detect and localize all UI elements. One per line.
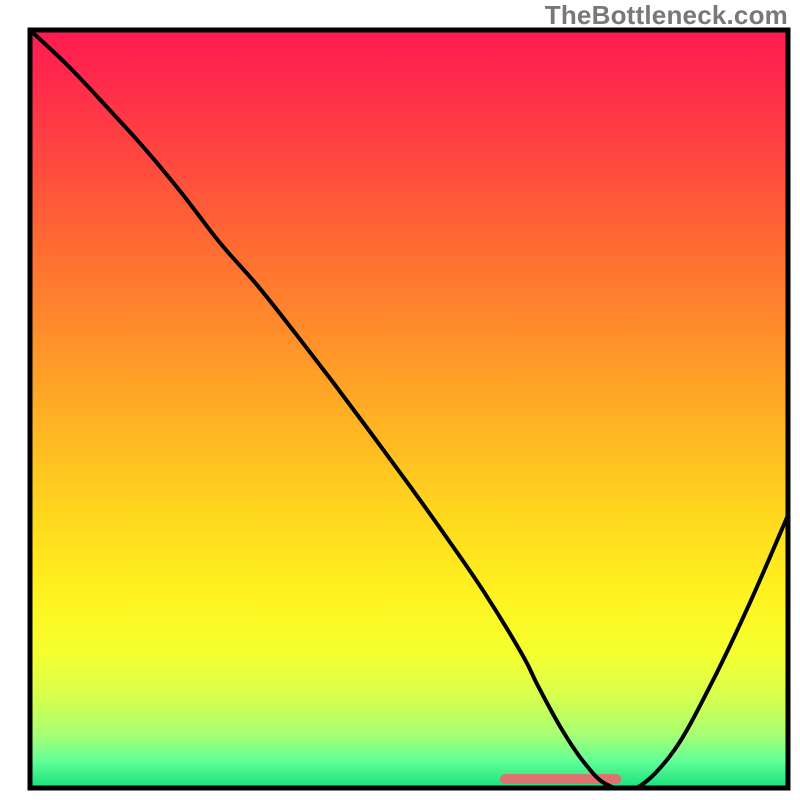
chart-canvas: [0, 0, 800, 800]
chart-frame: TheBottleneck.com: [0, 0, 800, 800]
gradient-background: [30, 30, 788, 788]
